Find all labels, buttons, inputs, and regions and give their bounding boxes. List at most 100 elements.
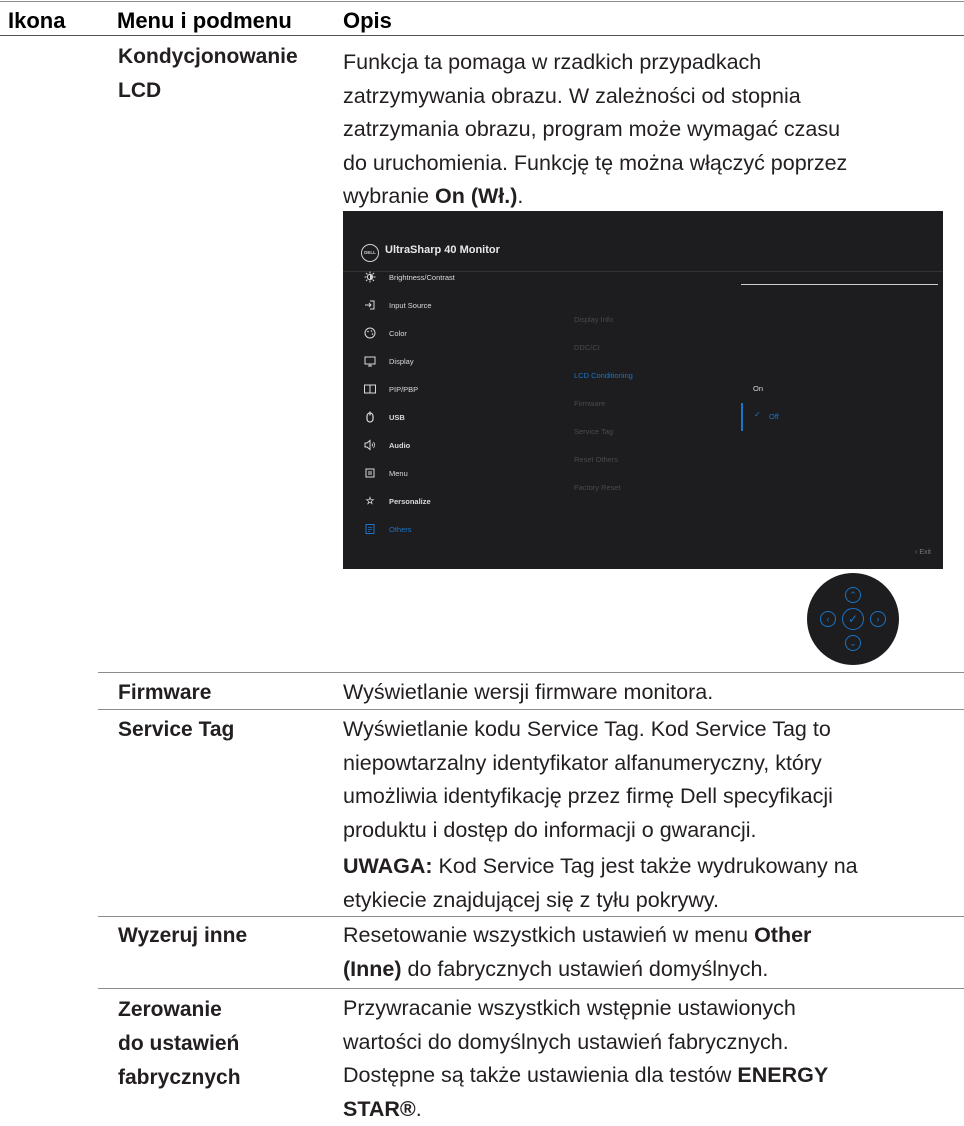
note-line: etykiecie znajdującej się z tyłu pokrywy… xyxy=(343,884,943,918)
osd-sub-ddc-ci[interactable]: DDC/CI xyxy=(574,343,600,352)
desc-reset-others: Resetowanie wszystkich ustawień w menu O… xyxy=(343,919,943,986)
desc-factory-line: wartości do domyślnych ustawień fabryczn… xyxy=(343,1026,943,1060)
mouse-icon xyxy=(363,410,377,424)
desc-reset-suffix: do fabrycznych ustawień domyślnych. xyxy=(402,957,769,981)
osd-menu-label: Others xyxy=(389,525,412,534)
menu-lcd-line2: LCD xyxy=(118,74,298,108)
osd-menu-display[interactable]: Display xyxy=(363,353,414,369)
menu-lcd-line1: Kondycjonowanie xyxy=(118,40,298,74)
joystick-diagram: ⌃ ‹ ✓ › ⌄ xyxy=(807,573,899,665)
osd-sub-display-info[interactable]: Display Info xyxy=(574,315,613,324)
desc-factory-bold-star: STAR® xyxy=(343,1097,416,1121)
sun-icon xyxy=(363,270,377,284)
osd-menu-color[interactable]: Color xyxy=(363,325,407,341)
osd-menu-usb[interactable]: USB xyxy=(363,409,405,425)
osd-sub-firmware[interactable]: Firmware xyxy=(574,399,605,408)
column-header-description: Opis xyxy=(343,8,392,34)
desc-service-tag-line: niepowtarzalny identyfikator alfanumeryc… xyxy=(343,747,943,781)
desc-reset-bold-inne: (Inne) xyxy=(343,957,402,981)
menu-factory-line: Zerowanie xyxy=(118,993,241,1027)
menu-icon xyxy=(363,466,377,480)
desc-factory-bold-energy: ENERGY xyxy=(737,1063,828,1087)
desc-reset-prefix: Resetowanie wszystkich ustawień w menu xyxy=(343,923,754,947)
osd-option-off[interactable]: Off xyxy=(769,412,779,421)
desc-lcd-line: zatrzymania obrazu, program może wymagać… xyxy=(343,113,943,147)
note-label: UWAGA: xyxy=(343,854,433,878)
others-icon xyxy=(363,522,377,536)
osd-sub-service-tag[interactable]: Service Tag xyxy=(574,427,613,436)
joystick-right-icon: › xyxy=(870,611,886,627)
desc-reset-bold-other: Other xyxy=(754,923,811,947)
desc-service-tag-line: produktu i dostęp do informacji o gwaran… xyxy=(343,814,943,848)
joystick-left-icon: ‹ xyxy=(820,611,836,627)
osd-sub-lcd-conditioning[interactable]: LCD Conditioning xyxy=(574,371,633,380)
osd-menu-label: Menu xyxy=(389,469,408,478)
menu-factory-line: do ustawień xyxy=(118,1027,241,1061)
osd-menu-label: PIP/PBP xyxy=(389,385,418,394)
desc-factory-line: Przywracanie wszystkich wstępnie ustawio… xyxy=(343,992,943,1026)
desc-lcd-conditioning: Funkcja ta pomaga w rzadkich przypadkach… xyxy=(343,46,943,214)
desc-reset-line: Resetowanie wszystkich ustawień w menu O… xyxy=(343,919,943,953)
osd-menu-audio[interactable]: Audio xyxy=(363,437,410,453)
osd-menu-input-source[interactable]: Input Source xyxy=(363,297,432,313)
osd-menu-pip-pbp[interactable]: PIP/PBP xyxy=(363,381,418,397)
desc-lcd-last-prefix: wybranie xyxy=(343,184,435,208)
column-header-icon: Ikona xyxy=(8,8,65,34)
check-icon: ✓ xyxy=(754,410,761,419)
menu-firmware: Firmware xyxy=(118,676,211,710)
osd-sub-reset-others[interactable]: Reset Others xyxy=(574,455,618,464)
osd-exit-label: Exit xyxy=(919,549,931,556)
osd-menu-personalize[interactable]: ☆ Personalize xyxy=(363,493,431,509)
osd-sub-factory-reset[interactable]: Factory Reset xyxy=(574,483,621,492)
osd-menu-brightness[interactable]: Brightness/Contrast xyxy=(363,269,455,285)
osd-menu-label: Brightness/Contrast xyxy=(389,273,455,282)
osd-menu-label: Color xyxy=(389,329,407,338)
dell-logo: DELL xyxy=(361,244,379,262)
osd-menu-others[interactable]: Others xyxy=(363,521,412,537)
menu-factory-reset: Zerowanie do ustawień fabrycznych xyxy=(118,993,241,1095)
osd-option-on[interactable]: On xyxy=(753,384,763,393)
header-bottom-rule xyxy=(0,35,964,36)
desc-lcd-line: Funkcja ta pomaga w rzadkich przypadkach xyxy=(343,46,943,80)
input-source-icon xyxy=(363,298,377,312)
desc-factory-line: STAR®. xyxy=(343,1093,943,1126)
desc-lcd-line: zatrzymywania obrazu. W zależności od st… xyxy=(343,80,943,114)
desc-service-tag-line: umożliwia identyfikację przez firmę Dell… xyxy=(343,780,943,814)
speaker-icon xyxy=(363,438,377,452)
row-rule-factory-reset xyxy=(98,988,964,989)
desc-firmware: Wyświetlanie wersji firmware monitora. xyxy=(343,676,943,710)
color-palette-icon xyxy=(363,326,377,340)
menu-factory-line: fabrycznych xyxy=(118,1061,241,1095)
column-header-menu: Menu i podmenu xyxy=(117,8,292,34)
desc-service-tag: Wyświetlanie kodu Service Tag. Kod Servi… xyxy=(343,713,943,847)
menu-service-tag: Service Tag xyxy=(118,713,234,747)
desc-reset-line: (Inne) do fabrycznych ustawień domyślnyc… xyxy=(343,953,943,987)
joystick-center-check-icon: ✓ xyxy=(842,608,864,630)
osd-highlight-line xyxy=(741,284,938,285)
osd-menu-menu[interactable]: Menu xyxy=(363,465,408,481)
desc-factory-prefix: Dostępne są także ustawienia dla testów xyxy=(343,1063,737,1087)
osd-exit-button[interactable]: ‹ Exit xyxy=(915,549,931,556)
display-icon xyxy=(363,354,377,368)
osd-menu-label: Input Source xyxy=(389,301,432,310)
desc-factory-line: Dostępne są także ustawienia dla testów … xyxy=(343,1059,943,1093)
header-top-rule xyxy=(0,1,964,2)
menu-reset-others: Wyzeruj inne xyxy=(118,919,247,953)
desc-lcd-on-bold: On (Wł.) xyxy=(435,184,517,208)
osd-title: UltraSharp 40 Monitor xyxy=(385,244,500,256)
joystick-up-icon: ⌃ xyxy=(845,587,861,603)
osd-menu-label: Audio xyxy=(389,441,410,450)
desc-lcd-line: do uruchomienia. Funkcję tę można włączy… xyxy=(343,147,943,181)
osd-option-selection-bar xyxy=(741,403,743,431)
pip-pbp-icon xyxy=(363,382,377,396)
desc-factory-suffix: . xyxy=(416,1097,422,1121)
osd-menu-label: Personalize xyxy=(389,497,431,506)
row-rule-firmware xyxy=(98,672,964,673)
osd-menu-label: USB xyxy=(389,413,405,422)
note-line: UWAGA: Kod Service Tag jest także wydruk… xyxy=(343,850,943,884)
desc-service-tag-line: Wyświetlanie kodu Service Tag. Kod Servi… xyxy=(343,713,943,747)
desc-lcd-last-suffix: . xyxy=(517,184,523,208)
desc-lcd-line: wybranie On (Wł.). xyxy=(343,180,943,214)
osd-screenshot: DELL UltraSharp 40 Monitor Brightness/Co… xyxy=(343,211,943,569)
osd-menu-label: Display xyxy=(389,357,414,366)
